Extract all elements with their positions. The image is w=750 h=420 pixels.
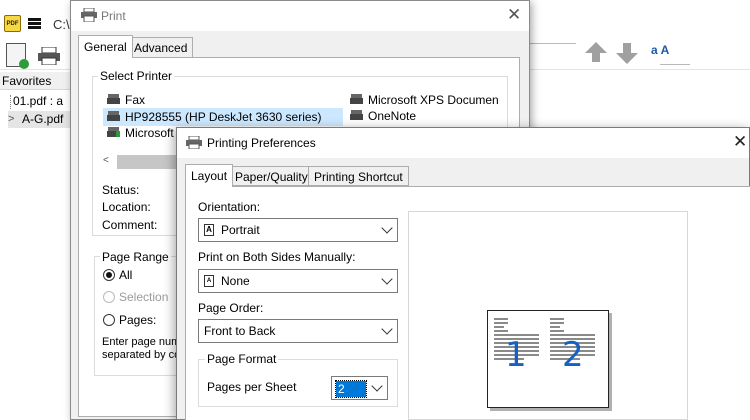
- tree-item-selected[interactable]: A-G.pdf: [8, 111, 72, 128]
- tab-general[interactable]: General: [78, 35, 133, 58]
- help-line: separated by co: [102, 349, 181, 361]
- toolbar-separator: [530, 43, 576, 44]
- chevron-down-icon: [381, 273, 393, 285]
- orientation-value: Portrait: [221, 223, 260, 237]
- printer-icon: [186, 136, 202, 149]
- tab-printing-shortcut[interactable]: Printing Shortcut: [308, 166, 409, 186]
- print-titlebar: [71, 1, 529, 31]
- printer-label: HP928555 (HP DeskJet 3630 series): [125, 110, 322, 124]
- pages-per-sheet-value: 2: [335, 380, 367, 398]
- printer-hp-deskjet[interactable]: HP928555 (HP DeskJet 3630 series): [103, 108, 343, 126]
- favorites-header: Favorites: [0, 72, 72, 90]
- printer-label: Fax: [125, 93, 146, 107]
- page-icon: A: [204, 275, 214, 287]
- both-sides-select[interactable]: A None: [198, 269, 398, 293]
- preview-page-number: 1: [505, 335, 527, 375]
- toolbar-separator: [660, 64, 690, 65]
- select-printer-label: Select Printer: [98, 69, 175, 83]
- printer-microsoft[interactable]: Microsoft: [107, 126, 174, 140]
- pages-per-sheet-label: Pages per Sheet: [207, 380, 297, 394]
- page-range-label: Page Range: [100, 250, 171, 264]
- comment-label: Comment:: [102, 218, 158, 232]
- page-order-value: Front to Back: [204, 324, 276, 338]
- close-icon[interactable]: ✕: [507, 5, 521, 25]
- printer-label: Microsoft: [125, 126, 174, 140]
- tab-advanced[interactable]: Advanced: [128, 37, 194, 58]
- fax-icon: [107, 94, 122, 106]
- page-order-select[interactable]: Front to Back: [198, 319, 398, 343]
- preview-page-number: 2: [562, 335, 584, 375]
- printer-icon: [350, 110, 365, 122]
- portrait-page-icon: A: [204, 224, 214, 236]
- chevron-down-icon: [381, 323, 393, 335]
- printer-icon: [107, 111, 122, 123]
- printer-icon: [350, 94, 365, 106]
- tree-connector: [10, 95, 12, 109]
- font-size-icon[interactable]: a A: [651, 43, 669, 57]
- close-icon[interactable]: ✕: [733, 132, 747, 152]
- page-range-help: Enter page numb separated by co: [102, 336, 182, 362]
- printer-onenote[interactable]: OneNote: [350, 109, 416, 123]
- printer-fax[interactable]: Fax: [107, 93, 145, 107]
- pdf-logo-icon: PDF: [4, 15, 21, 32]
- both-sides-label: Print on Both Sides Manually:: [198, 250, 356, 264]
- page-order-label: Page Order:: [198, 301, 264, 315]
- both-sides-value: None: [221, 274, 250, 288]
- tab-layout[interactable]: Layout: [185, 164, 234, 187]
- printer-icon[interactable]: [37, 47, 61, 65]
- chevron-down-icon: [371, 380, 383, 392]
- tree-item[interactable]: 01.pdf : a: [13, 94, 63, 108]
- orientation-label: Orientation:: [198, 200, 261, 214]
- menu-icon[interactable]: [28, 18, 41, 29]
- chevron-down-icon: [381, 222, 393, 234]
- page-format-label: Page Format: [205, 352, 279, 366]
- chevron-right-icon[interactable]: >: [8, 113, 14, 125]
- default-printer-icon: [107, 127, 122, 139]
- printer-xps[interactable]: Microsoft XPS Documen: [350, 93, 499, 107]
- range-pages-label[interactable]: Pages:: [119, 313, 156, 327]
- print-dialog-title: Print: [101, 9, 126, 23]
- printer-label: Microsoft XPS Documen: [368, 93, 499, 107]
- range-selection-radio: [103, 291, 115, 303]
- location-label: Location:: [102, 200, 151, 214]
- printer-label: OneNote: [368, 109, 417, 123]
- pages-per-sheet-select[interactable]: 2: [331, 376, 388, 400]
- scroll-left-button[interactable]: <: [103, 155, 115, 169]
- status-label: Status:: [102, 183, 140, 197]
- range-all-radio[interactable]: [103, 269, 115, 281]
- arrow-down-icon[interactable]: [616, 43, 638, 64]
- file-path: C:\: [53, 17, 70, 32]
- prefs-dialog-title: Printing Preferences: [207, 136, 316, 150]
- tab-paper-quality[interactable]: Paper/Quality: [229, 166, 314, 186]
- arrow-up-icon[interactable]: [585, 42, 607, 62]
- range-selection-label: Selection: [119, 290, 169, 304]
- printer-icon: [81, 8, 97, 22]
- help-line: Enter page numb: [102, 336, 182, 348]
- orientation-select[interactable]: A Portrait: [198, 218, 398, 242]
- open-document-icon[interactable]: [6, 43, 29, 69]
- range-pages-radio[interactable]: [103, 314, 115, 326]
- range-all-label[interactable]: All: [119, 268, 132, 282]
